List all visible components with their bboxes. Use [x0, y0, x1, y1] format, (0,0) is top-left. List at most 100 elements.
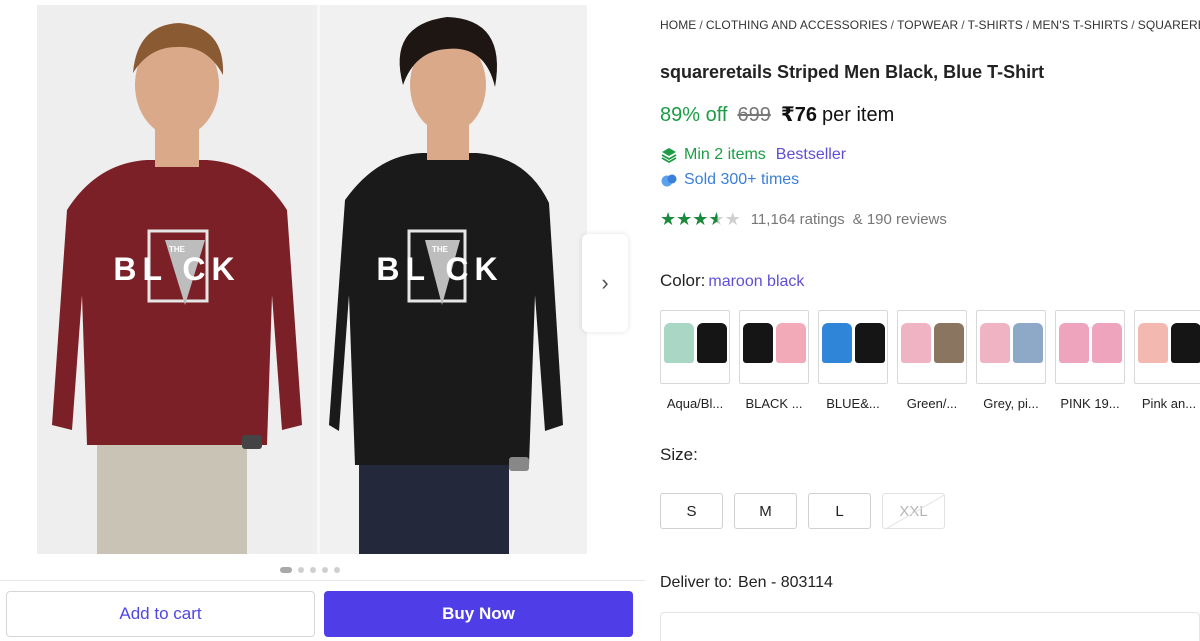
tshirt-thumbnail [901, 323, 931, 363]
swatch-label: Green/... [906, 396, 958, 411]
gallery-pagination [280, 567, 340, 573]
breadcrumb-item[interactable]: HOME [660, 18, 696, 32]
model-maroon: BL CK THE [52, 23, 302, 554]
svg-text:THE: THE [432, 245, 449, 254]
color-swatch[interactable]: Grey, pi... [976, 310, 1046, 411]
pagination-dot[interactable] [334, 567, 340, 573]
product-title: squareretails Striped Men Black, Blue T-… [660, 62, 1045, 82]
tshirt-thumbnail [1138, 323, 1168, 363]
size-option-m[interactable]: M [734, 493, 797, 529]
add-to-cart-button[interactable]: Add to cart [6, 591, 315, 637]
product-gallery: BL CK THE BL CK THE › Add to cart Buy No… [0, 0, 645, 641]
pagination-dot[interactable] [310, 567, 316, 573]
tshirt-thumbnail [776, 323, 806, 363]
tshirt-thumbnail [664, 323, 694, 363]
sold-count-row: Sold 300+ times [660, 171, 799, 189]
deliver-to-label: Deliver to: [660, 574, 733, 591]
swatch-label: Pink an... [1141, 396, 1197, 411]
color-swatch[interactable]: Pink an... [1134, 310, 1200, 411]
delivery-info-box [660, 612, 1200, 641]
price-row: 89% off 699 ₹76 per item [660, 102, 894, 127]
star-icon: ★ [676, 209, 693, 229]
star-rating[interactable]: ★ ★ ★ ★ ★ [660, 210, 741, 228]
sold-badge-icon [661, 174, 677, 187]
pagination-dot[interactable] [280, 567, 292, 573]
tshirt-thumbnail [1059, 323, 1089, 363]
color-swatch[interactable]: BLUE&... [818, 310, 888, 411]
chevron-right-icon: › [601, 270, 609, 295]
pagination-dot[interactable] [322, 567, 328, 573]
swatch-label: BLACK ... [745, 396, 803, 411]
tshirt-thumbnail [855, 323, 885, 363]
product-details: HOME / CLOTHING AND ACCESSORIES / TOPWEAR / T-… [660, 0, 1200, 641]
gallery-next-button[interactable]: › [582, 234, 628, 332]
swatch-label: PINK 19... [1060, 396, 1120, 411]
size-selector: S M L XXL [660, 493, 945, 529]
print-text-left: BL CK [113, 251, 240, 287]
tshirt-thumbnail [1013, 323, 1043, 363]
color-swatch[interactable]: BLACK ... [739, 310, 809, 411]
size-label: Size: [660, 445, 698, 464]
pagination-dot[interactable] [298, 567, 304, 573]
sale-price: ₹76 [780, 104, 818, 126]
color-selector-label: Color: maroon black [660, 271, 804, 291]
breadcrumb-item[interactable]: TOPWEAR [897, 18, 958, 32]
product-image[interactable]: BL CK THE BL CK THE [37, 5, 587, 554]
svg-text:THE: THE [169, 245, 186, 254]
min-items-label: Min 2 items [684, 146, 766, 163]
swatch-thumbnail [660, 310, 730, 384]
tshirt-thumbnail [1171, 323, 1200, 363]
tshirt-thumbnail [980, 323, 1010, 363]
color-swatch[interactable]: Green/... [897, 310, 967, 411]
breadcrumb-item[interactable]: T-SHIRTS [968, 18, 1023, 32]
size-option-s[interactable]: S [660, 493, 723, 529]
selected-color: maroon black [708, 273, 805, 290]
reviews-count[interactable]: & 190 reviews [853, 211, 947, 228]
breadcrumb-item[interactable]: SQUARERETAILS [1138, 18, 1200, 32]
delivery-address[interactable]: Ben - 803114 [738, 574, 833, 591]
tshirt-thumbnail [934, 323, 964, 363]
ratings-count[interactable]: 11,164 ratings [751, 211, 845, 228]
tshirt-thumbnail [1092, 323, 1122, 363]
delivery-row: Deliver to: Ben - 803114 [660, 574, 833, 592]
star-half-icon: ★ [708, 209, 725, 229]
star-icon: ★ [660, 209, 677, 229]
swatch-label: Aqua/Bl... [666, 396, 724, 411]
sweatshirt-black [329, 153, 563, 465]
breadcrumb-item[interactable]: CLOTHING AND ACCESSORIES [706, 18, 888, 32]
color-swatch[interactable]: PINK 19... [1055, 310, 1125, 411]
swatch-thumbnail [976, 310, 1046, 384]
original-price: 699 [737, 104, 771, 126]
bestseller-badge: Bestseller [775, 146, 847, 163]
tshirt-thumbnail [697, 323, 727, 363]
pants-left [97, 435, 247, 554]
star-icon: ★ [692, 209, 709, 229]
tshirt-thumbnail [743, 323, 773, 363]
swatch-label: BLUE&... [826, 396, 880, 411]
stack-icon [661, 148, 677, 164]
price-unit: per item [822, 104, 895, 126]
star-empty-icon: ★ [724, 209, 741, 229]
model-black: BL CK THE [329, 17, 563, 554]
discount-percent: 89% off [660, 104, 728, 126]
size-option-xxl: XXL [882, 493, 945, 529]
swatch-label: Grey, pi... [983, 396, 1039, 411]
size-option-l[interactable]: L [808, 493, 871, 529]
swatch-thumbnail [1134, 310, 1200, 384]
swatch-thumbnail [897, 310, 967, 384]
product-photo-illustration: BL CK THE BL CK THE [52, 17, 563, 554]
breadcrumb: HOME / CLOTHING AND ACCESSORIES / TOPWEAR / T-… [660, 18, 1200, 32]
color-swatches: Aqua/Bl... BLACK ... BLUE&... Green/... Grey… [660, 310, 1200, 411]
rating-row: ★ ★ ★ ★ ★ 11,164 ratings & 190 reviews [660, 210, 947, 228]
color-label: Color: [660, 271, 706, 290]
color-swatch[interactable]: Aqua/Bl... [660, 310, 730, 411]
swatch-thumbnail [1055, 310, 1125, 384]
sold-count: Sold 300+ times [684, 171, 800, 188]
swatch-thumbnail [739, 310, 809, 384]
min-items-row: Min 2 items Bestseller [660, 146, 846, 164]
breadcrumb-item[interactable]: MEN'S T-SHIRTS [1032, 18, 1128, 32]
swatch-thumbnail [818, 310, 888, 384]
print-text-right: BL CK [376, 251, 503, 287]
buy-now-button[interactable]: Buy Now [324, 591, 633, 637]
tshirt-thumbnail [822, 323, 852, 363]
